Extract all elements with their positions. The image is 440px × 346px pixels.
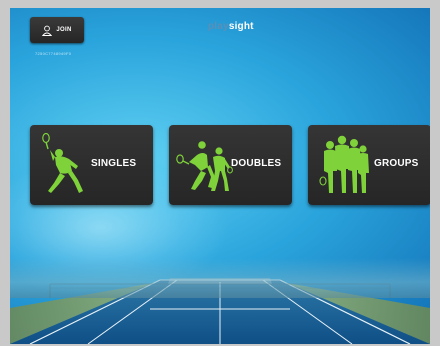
- two-players-icon: [176, 141, 233, 191]
- app-screen: JOIN 7250C7748949F0 playsight SINGLES DO…: [10, 8, 430, 344]
- singles-label: SINGLES: [91, 158, 137, 169]
- singles-button[interactable]: SINGLES: [30, 125, 153, 205]
- playsight-logo: playsight: [208, 21, 254, 32]
- group-of-players-icon: [319, 135, 369, 193]
- tennis-player-icon: [42, 133, 83, 193]
- groups-label: GROUPS: [374, 158, 419, 169]
- background-haze: [10, 258, 430, 298]
- doubles-button[interactable]: DOUBLES: [169, 125, 292, 205]
- join-label: JOIN: [56, 27, 72, 33]
- join-button[interactable]: JOIN: [30, 17, 84, 43]
- user-icon: [42, 25, 53, 36]
- logo-play: play: [208, 21, 229, 32]
- groups-button[interactable]: GROUPS: [308, 125, 430, 205]
- doubles-label: DOUBLES: [231, 158, 282, 169]
- device-code: 7250C7748949F0: [35, 51, 72, 56]
- logo-sight: sight: [228, 21, 254, 32]
